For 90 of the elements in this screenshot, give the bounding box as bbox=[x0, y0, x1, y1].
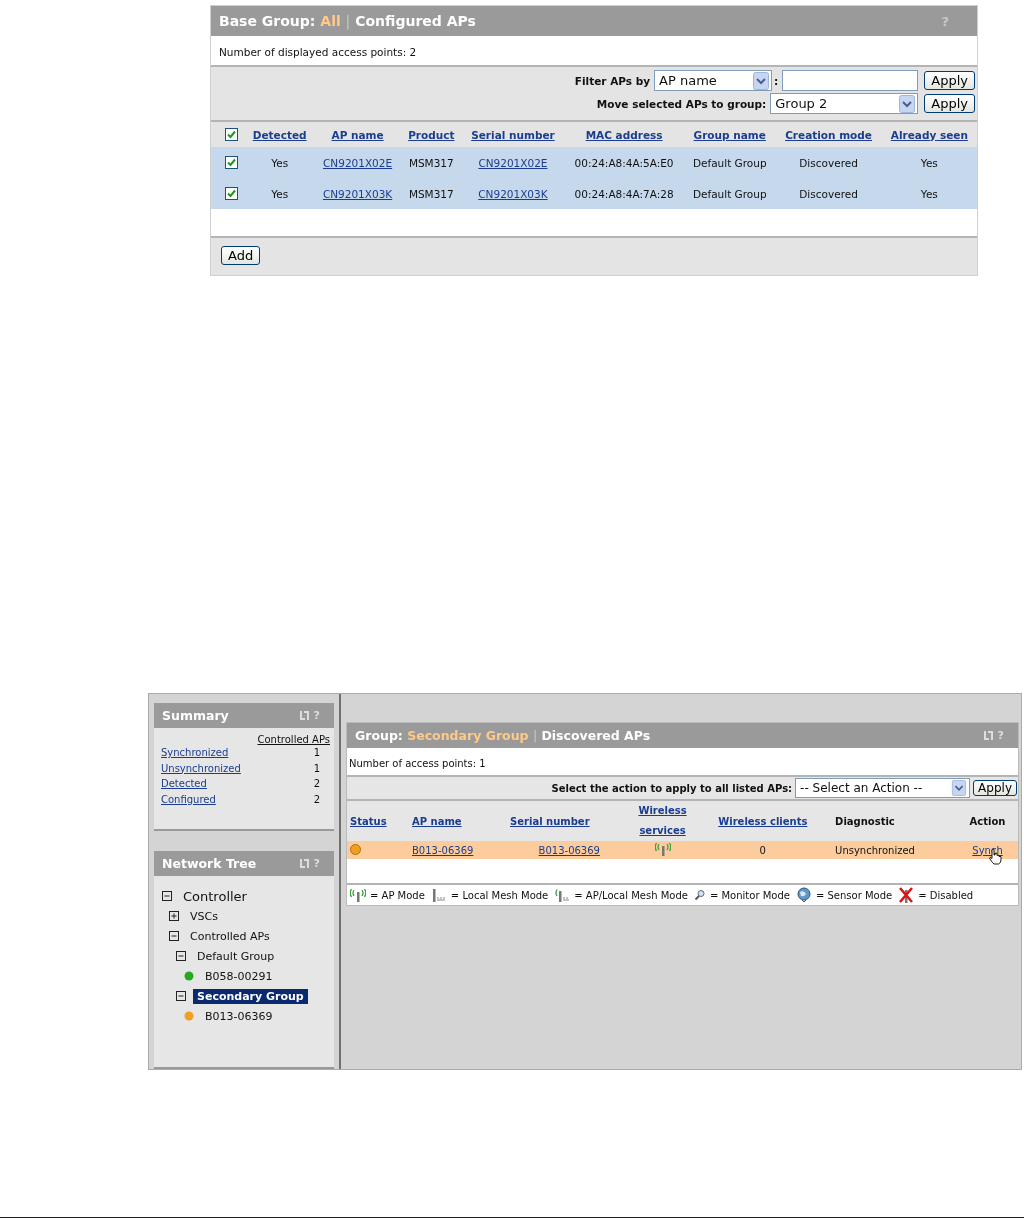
summary-count: 1 bbox=[313, 762, 320, 774]
apply-button[interactable]: Apply bbox=[924, 71, 975, 90]
ap-link[interactable]: CN9201X02E bbox=[478, 156, 548, 169]
collapse-icon[interactable] bbox=[176, 951, 186, 961]
table-cell: Yes bbox=[920, 187, 938, 200]
table-cell: MSM317 bbox=[408, 156, 454, 169]
action-select[interactable]: -- Select an Action -- bbox=[795, 778, 971, 798]
magnifier-icon bbox=[693, 889, 706, 901]
panel-title: Base Group: All | Configured APs bbox=[219, 13, 476, 29]
summary-count: 1 bbox=[313, 747, 320, 759]
summary-link[interactable]: Unsynchronized bbox=[161, 762, 241, 774]
globe-icon bbox=[795, 887, 812, 903]
ap-link[interactable]: CN9201X03K bbox=[322, 187, 393, 200]
summary-title: Summary bbox=[162, 708, 229, 723]
column-header-link[interactable]: Wireless clients bbox=[718, 815, 808, 827]
summary-count: 2 bbox=[313, 778, 320, 790]
apply-button[interactable]: Apply bbox=[973, 780, 1017, 796]
column-header-link[interactable]: Already seen bbox=[890, 128, 968, 141]
summary-link[interactable]: Configured bbox=[161, 793, 216, 805]
tree-title: Network Tree bbox=[162, 856, 257, 871]
collapse-icon[interactable] bbox=[169, 931, 179, 941]
column-header: Action bbox=[969, 815, 1006, 827]
antenna-mesh-icon bbox=[554, 888, 571, 902]
colon-label: : bbox=[774, 74, 779, 87]
column-header-link[interactable]: Status bbox=[350, 815, 387, 827]
table-cell: Default Group bbox=[692, 187, 767, 200]
summary-link[interactable]: Detected bbox=[161, 778, 207, 790]
filter-select[interactable]: AP name bbox=[654, 70, 773, 91]
legend-text: = Monitor Mode bbox=[709, 889, 790, 901]
ap-link[interactable]: CN9201X02E bbox=[323, 156, 393, 169]
expand-icon[interactable] bbox=[169, 911, 179, 921]
column-header-link[interactable]: Product bbox=[408, 128, 455, 141]
legend-text: = AP/Local Mesh Mode bbox=[574, 889, 688, 901]
apply-button[interactable]: Apply bbox=[924, 94, 975, 113]
serial-link[interactable]: B013-06369 bbox=[538, 844, 600, 856]
row-checkbox[interactable] bbox=[224, 187, 238, 201]
row-checkbox[interactable] bbox=[224, 156, 238, 170]
column-heading: Controlled APs bbox=[257, 734, 330, 745]
move-label: Move selected APs to group: bbox=[596, 97, 767, 110]
disabled-x-icon bbox=[898, 887, 915, 903]
antenna-icon bbox=[350, 888, 366, 902]
summary-count: 2 bbox=[313, 793, 320, 805]
column-header-link[interactable]: Wireless services bbox=[634, 801, 691, 841]
ap-link[interactable]: B013-06369 bbox=[412, 844, 474, 856]
column-header-link[interactable]: MAC address bbox=[585, 128, 663, 141]
filter-label: Filter APs by bbox=[574, 74, 651, 87]
column-header-link[interactable]: Detected bbox=[252, 128, 307, 141]
table-cell: Discovered bbox=[799, 187, 858, 200]
table-cell: Yes bbox=[271, 187, 289, 200]
table-cell: 00:24:A8:4A:7A:28 bbox=[574, 187, 674, 200]
tree-item[interactable]: Secondary Group bbox=[193, 988, 308, 1004]
tree-item[interactable]: VSCs bbox=[186, 908, 222, 924]
group-select[interactable]: Group 2 bbox=[770, 93, 919, 114]
table-cell: Discovered bbox=[799, 156, 858, 169]
column-header-link[interactable]: Creation mode bbox=[785, 128, 872, 141]
ap-link[interactable]: CN9201X03K bbox=[478, 187, 548, 200]
column-header-link[interactable]: Serial number bbox=[471, 128, 555, 141]
panel-title: Group: Secondary Group | Discovered APs bbox=[355, 728, 651, 743]
mesh-antenna-icon bbox=[430, 888, 447, 902]
add-button[interactable]: Add bbox=[221, 246, 261, 265]
collapse-icon[interactable] bbox=[162, 891, 172, 901]
legend-text: = Local Mesh Mode bbox=[450, 889, 549, 901]
tree-item[interactable]: B013-06369 bbox=[201, 1008, 277, 1024]
summary-link[interactable]: Synchronized bbox=[161, 747, 229, 759]
tree-item[interactable]: Controlled APs bbox=[186, 928, 274, 944]
column-header-link[interactable]: AP name bbox=[412, 815, 462, 827]
table-cell: 00:24:A8:4A:5A:E0 bbox=[574, 156, 674, 169]
table-cell: MSM317 bbox=[408, 187, 454, 200]
collapse-icon[interactable] bbox=[176, 991, 186, 1001]
ap-count-text: Number of displayed access points: 2 bbox=[219, 46, 417, 58]
table-cell: 0 bbox=[759, 844, 766, 856]
tree-item[interactable]: Controller bbox=[179, 887, 251, 905]
column-header-link[interactable]: Serial number bbox=[510, 815, 590, 827]
column-header-link[interactable]: AP name bbox=[331, 128, 384, 141]
action-label: Select the action to apply to all listed APs: bbox=[551, 782, 793, 794]
column-header-link[interactable]: Group name bbox=[693, 128, 766, 141]
tree-item[interactable]: Default Group bbox=[193, 948, 279, 964]
table-cell: Default Group bbox=[692, 156, 767, 169]
legend-text: = Sensor Mode bbox=[815, 889, 893, 901]
column-header: Diagnostic bbox=[835, 815, 895, 827]
antenna-icon bbox=[654, 842, 671, 856]
ap-count-text: Number of access points: 1 bbox=[349, 758, 486, 769]
table-cell: Unsynchronized bbox=[835, 844, 915, 856]
table-cell: Yes bbox=[271, 156, 289, 169]
legend-text: = Disabled bbox=[918, 889, 974, 901]
legend-text: = AP Mode bbox=[370, 889, 425, 901]
filter-field[interactable] bbox=[782, 70, 919, 91]
tree-item[interactable]: B058-00291 bbox=[201, 968, 277, 984]
table-cell: Yes bbox=[920, 156, 938, 169]
select-all-checkbox[interactable] bbox=[224, 128, 238, 142]
